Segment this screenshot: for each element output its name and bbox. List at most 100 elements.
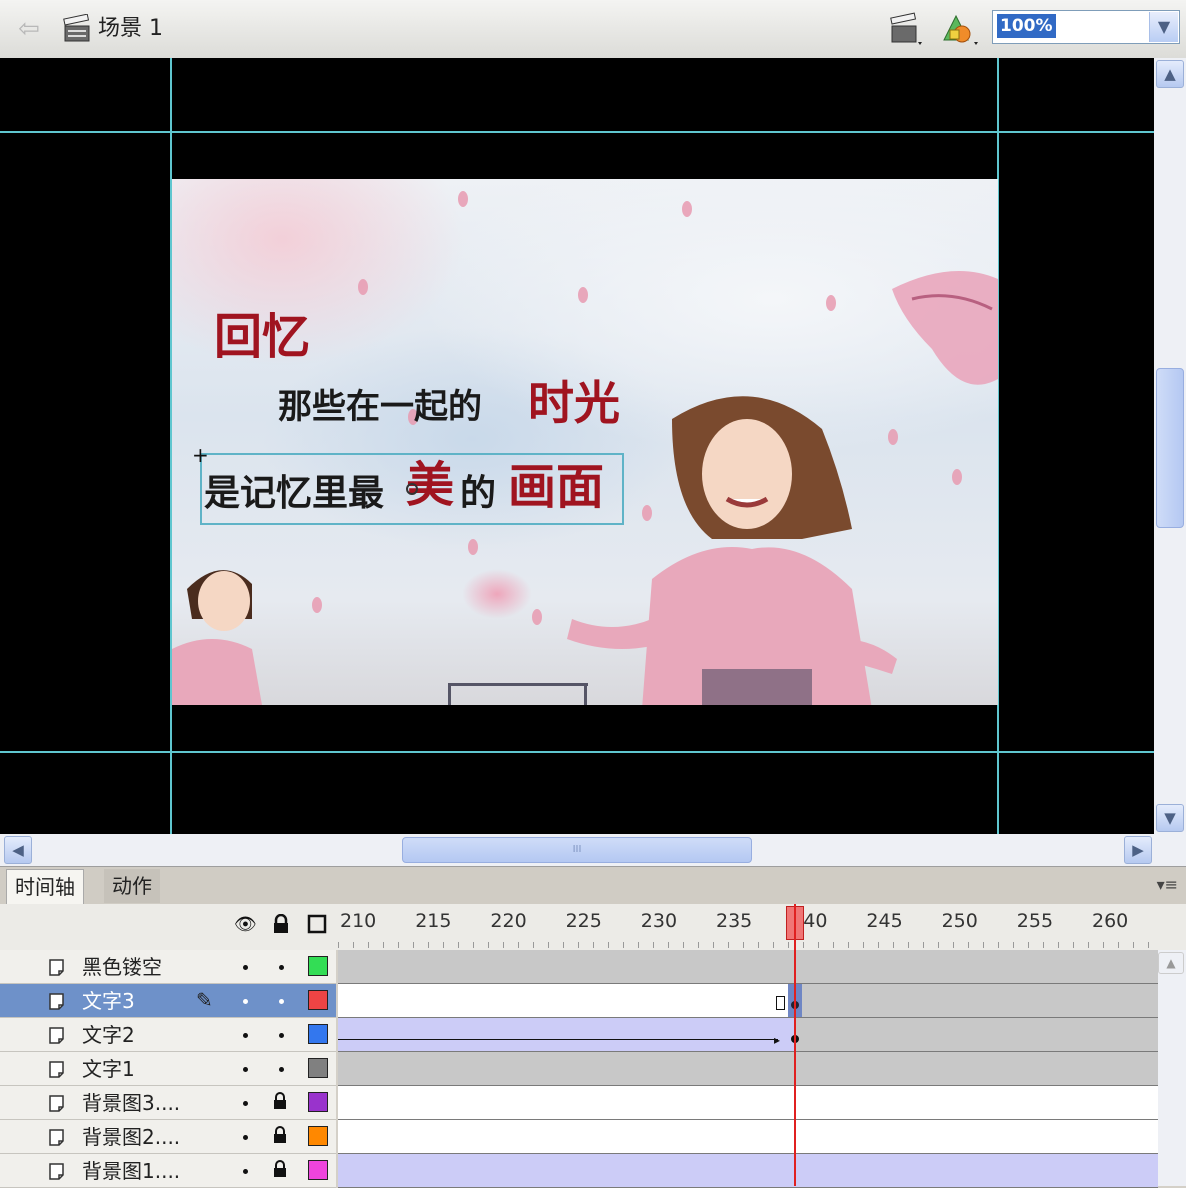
timeline-layer-row[interactable]: 背景图2.... bbox=[0, 1120, 1158, 1154]
pencil-icon: ✎ bbox=[196, 988, 213, 1012]
layer-outline-color[interactable] bbox=[308, 956, 328, 976]
zoom-select[interactable]: 100% ▼ bbox=[992, 10, 1180, 44]
girl-photo-left bbox=[172, 570, 262, 705]
layer-name-cell[interactable]: 背景图2.... bbox=[0, 1120, 336, 1154]
frame-number: 225 bbox=[565, 910, 602, 932]
layer-outline-color[interactable] bbox=[308, 990, 328, 1010]
panel-tabs: 时间轴 动作 ▾≡ bbox=[0, 866, 1186, 905]
fence bbox=[448, 683, 451, 705]
text-line3-part4: 画面 bbox=[508, 459, 605, 515]
horizontal-scroll-thumb[interactable]: III bbox=[402, 837, 752, 863]
eye-icon[interactable]: 👁 bbox=[234, 914, 257, 936]
layer-name: 背景图2.... bbox=[82, 1125, 181, 1149]
girl-photo-right bbox=[567, 396, 897, 705]
timeline-vertical-scrollbar[interactable]: ▲ bbox=[1158, 950, 1186, 1186]
frame-number: 230 bbox=[640, 910, 678, 932]
layer-frames[interactable] bbox=[338, 1154, 1158, 1188]
layer-frames[interactable] bbox=[338, 950, 1158, 984]
visibility-toggle[interactable] bbox=[243, 1169, 248, 1174]
layer-icon bbox=[48, 1060, 66, 1078]
guide-line bbox=[0, 751, 1154, 753]
scroll-left-icon[interactable]: ◀ bbox=[4, 836, 32, 864]
edit-scene-icon[interactable] bbox=[888, 12, 926, 48]
lock-icon[interactable] bbox=[270, 913, 292, 936]
timeline-layer-row[interactable]: 黑色镂空 bbox=[0, 950, 1158, 984]
layer-outline-color[interactable] bbox=[308, 1024, 328, 1044]
stage-canvas-image: 回忆 那些在一起的 时光 是记忆里最 美 的 画面 + bbox=[172, 179, 998, 705]
frame-number: 210 bbox=[340, 910, 377, 932]
frame-number: 250 bbox=[941, 910, 978, 932]
timeline-layer-row[interactable]: 文字2 ▸ bbox=[0, 1018, 1158, 1052]
playhead-line bbox=[794, 904, 796, 1186]
text-time-emphasis[interactable]: 时光 bbox=[528, 375, 620, 431]
scroll-right-icon[interactable]: ▶ bbox=[1124, 836, 1152, 864]
tab-actions[interactable]: 动作 bbox=[104, 869, 160, 903]
layer-frames[interactable]: ▸ bbox=[338, 1018, 1158, 1052]
selected-text-box[interactable]: 是记忆里最 美 的 画面 bbox=[200, 453, 624, 525]
frame-number: 220 bbox=[490, 910, 527, 932]
arrow-left-icon[interactable]: ⇦ bbox=[14, 14, 44, 44]
layer-frames[interactable] bbox=[338, 1120, 1158, 1154]
layer-name-cell[interactable]: 黑色镂空 bbox=[0, 950, 336, 984]
lock-icon[interactable] bbox=[271, 1126, 289, 1146]
outline-icon[interactable] bbox=[306, 914, 328, 936]
layer-name-cell[interactable]: 背景图3.... bbox=[0, 1086, 336, 1120]
zoom-value: 100% bbox=[997, 14, 1056, 38]
guide-line bbox=[0, 131, 1154, 133]
chevron-down-icon[interactable]: ▼ bbox=[1149, 12, 1178, 42]
text-together[interactable]: 那些在一起的 bbox=[278, 379, 482, 435]
transform-point-icon[interactable] bbox=[406, 483, 418, 495]
scene-label: 场景 1 bbox=[98, 16, 163, 41]
butterfly-wing-image bbox=[892, 271, 998, 385]
lock-toggle[interactable] bbox=[279, 1067, 284, 1072]
tween-arrow bbox=[338, 1039, 778, 1040]
timeline-layer-row[interactable]: 背景图1.... bbox=[0, 1154, 1158, 1188]
layer-frames[interactable] bbox=[338, 1052, 1158, 1086]
horizontal-scrollbar[interactable]: ◀ III ▶ bbox=[0, 834, 1186, 866]
layer-icon bbox=[48, 1026, 66, 1044]
visibility-toggle[interactable] bbox=[243, 1135, 248, 1140]
scroll-up-icon[interactable]: ▲ bbox=[1156, 60, 1184, 88]
layer-name-cell[interactable]: 文字1 bbox=[0, 1052, 336, 1086]
visibility-toggle[interactable] bbox=[243, 1067, 248, 1072]
fence bbox=[448, 683, 588, 686]
layer-icon bbox=[48, 958, 66, 976]
scroll-down-icon[interactable]: ▼ bbox=[1156, 804, 1184, 832]
lock-toggle[interactable] bbox=[279, 1033, 284, 1038]
layer-outline-color[interactable] bbox=[308, 1126, 328, 1146]
lock-icon[interactable] bbox=[271, 1160, 289, 1180]
layer-frames[interactable] bbox=[338, 984, 1158, 1018]
title-text-memory[interactable]: 回忆 bbox=[214, 309, 310, 365]
timeline-layer-row[interactable]: 背景图3.... bbox=[0, 1086, 1158, 1120]
vertical-scroll-thumb[interactable] bbox=[1156, 368, 1184, 528]
visibility-toggle[interactable] bbox=[243, 999, 248, 1004]
lock-toggle[interactable] bbox=[279, 999, 284, 1004]
edit-symbol-icon[interactable] bbox=[938, 12, 984, 48]
timeline-layer-row[interactable]: 文字3 ✎ bbox=[0, 984, 1158, 1018]
stage[interactable]: 回忆 那些在一起的 时光 是记忆里最 美 的 画面 + bbox=[0, 58, 1154, 834]
layer-name-cell[interactable]: 背景图1.... bbox=[0, 1154, 336, 1188]
layer-icon bbox=[48, 992, 66, 1010]
layer-name-cell[interactable]: 文字3 ✎ bbox=[0, 984, 336, 1018]
layer-name-cell[interactable]: 文字2 bbox=[0, 1018, 336, 1052]
layer-outline-color[interactable] bbox=[308, 1160, 328, 1180]
layer-outline-color[interactable] bbox=[308, 1092, 328, 1112]
visibility-toggle[interactable] bbox=[243, 965, 248, 970]
panel-menu-icon[interactable]: ▾≡ bbox=[1157, 875, 1178, 894]
lock-toggle[interactable] bbox=[279, 965, 284, 970]
lock-icon[interactable] bbox=[271, 1092, 289, 1112]
layer-frames[interactable] bbox=[338, 1086, 1158, 1120]
timeline-layer-row[interactable]: 文字1 bbox=[0, 1052, 1158, 1086]
fence bbox=[584, 683, 587, 705]
vertical-scrollbar[interactable]: ▲ ▼ bbox=[1154, 58, 1186, 834]
layer-name: 背景图1.... bbox=[82, 1159, 181, 1183]
visibility-toggle[interactable] bbox=[243, 1033, 248, 1038]
frame-number: 235 bbox=[716, 910, 753, 932]
layer-outline-color[interactable] bbox=[308, 1058, 328, 1078]
tab-timeline[interactable]: 时间轴 bbox=[6, 869, 84, 904]
visibility-toggle[interactable] bbox=[243, 1101, 248, 1106]
scroll-up-icon[interactable]: ▲ bbox=[1158, 952, 1184, 974]
blank-keyframe[interactable] bbox=[776, 996, 785, 1010]
layer-name: 文字3 bbox=[82, 989, 135, 1013]
frame-ruler[interactable]: 210 215 220 225 230 235 240 245 250 255 260 bbox=[338, 904, 1158, 950]
